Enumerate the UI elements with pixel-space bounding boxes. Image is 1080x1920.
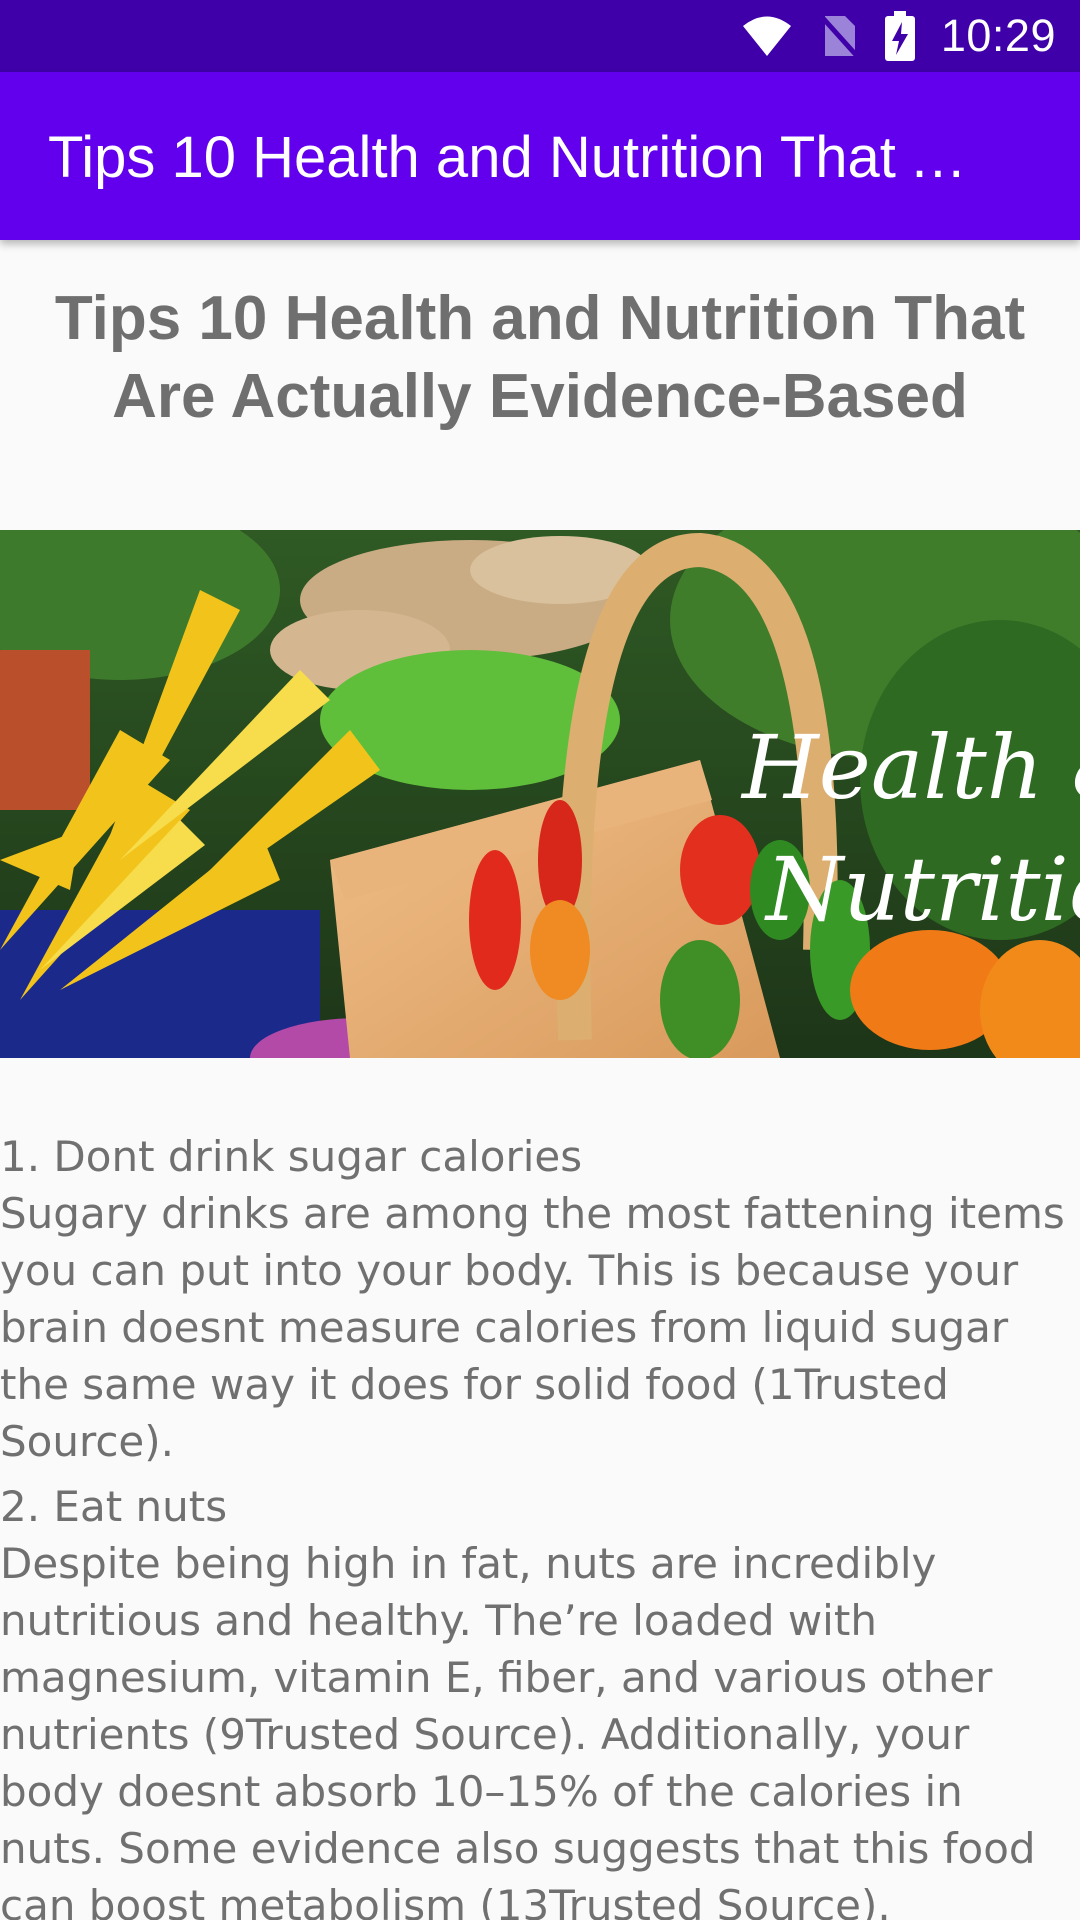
tip-item: 2. Eat nuts Despite being high in fat, n… [0,1478,1080,1920]
status-bar: 10:29 [0,0,1080,72]
tip-title: 1. Dont drink sugar calories [0,1132,583,1181]
article-content[interactable]: Tips 10 Health and Nutrition That Are Ac… [0,240,1080,1920]
tip-item: 1. Dont drink sugar calories Sugary drin… [0,1128,1080,1470]
image-overlay-line1: Health & [740,716,1080,819]
status-time: 10:29 [940,10,1056,61]
wifi-icon [742,16,791,56]
article-body: 1. Dont drink sugar calories Sugary drin… [0,1128,1080,1920]
no-sim-icon [819,14,859,58]
article-heading: Tips 10 Health and Nutrition That Are Ac… [54,284,1026,431]
status-icons: 10:29 [741,0,1056,72]
app-title: Tips 10 Health and Nutrition That Are Ac… [48,125,988,190]
hero-image: Health & Nutrition [0,530,1080,1058]
battery-charging-icon [884,11,915,61]
tip-text: Despite being high in fat, nuts are incr… [0,1539,1036,1920]
tip-title: 2. Eat nuts [0,1482,228,1531]
vegetables-photo: Health & Nutrition [0,530,1080,1058]
tip-text: Sugary drinks are among the most fatteni… [0,1189,1065,1466]
image-overlay-line2: Nutrition [764,838,1080,941]
app-bar: Tips 10 Health and Nutrition That Are Ac… [0,72,1080,240]
